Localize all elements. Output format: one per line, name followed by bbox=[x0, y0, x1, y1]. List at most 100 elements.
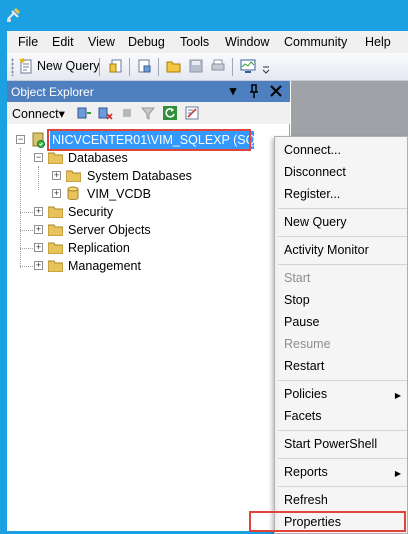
menu-file[interactable]: File bbox=[18, 35, 38, 49]
tree-label: System Databases bbox=[87, 169, 192, 183]
tree-label: Databases bbox=[68, 151, 128, 165]
folder-icon bbox=[48, 152, 63, 164]
menu-item-connect[interactable]: Connect... bbox=[284, 143, 341, 157]
database-icon bbox=[67, 186, 79, 200]
menu-item-start: Start bbox=[284, 271, 311, 285]
connect-dropdown-button[interactable]: Connect▾ bbox=[12, 106, 65, 121]
menu-edit[interactable]: Edit bbox=[52, 35, 74, 49]
server-node-highlight bbox=[47, 129, 251, 151]
menu-bar: File Edit View Debug Tools Window Commun… bbox=[7, 31, 408, 53]
submenu-arrow-icon: ▶ bbox=[394, 469, 401, 478]
menu-separator bbox=[278, 486, 407, 487]
folder-icon bbox=[48, 206, 63, 218]
menu-debug[interactable]: Debug bbox=[128, 35, 165, 49]
title-bar bbox=[0, 0, 408, 31]
connect-label: Connect bbox=[12, 107, 59, 121]
tree-node-security[interactable]: + Security bbox=[7, 203, 290, 221]
submenu-arrow-icon: ▶ bbox=[394, 391, 401, 400]
properties-highlight bbox=[249, 511, 406, 532]
pin-icon[interactable] bbox=[245, 82, 263, 100]
object-explorer-toolbar: Connect▾ bbox=[7, 102, 290, 124]
toolbar-separator bbox=[99, 58, 100, 76]
activity-monitor-icon[interactable] bbox=[240, 58, 256, 74]
context-menu-gutter bbox=[275, 137, 278, 533]
toolbar-separator bbox=[129, 58, 130, 76]
menu-item-stop[interactable]: Stop bbox=[284, 293, 310, 307]
collapse-icon[interactable]: − bbox=[16, 135, 25, 144]
standard-toolbar: New Query bbox=[7, 53, 408, 81]
filter-icon[interactable] bbox=[140, 105, 156, 121]
folder-icon bbox=[48, 224, 63, 236]
new-file-icon[interactable] bbox=[108, 58, 124, 74]
folder-icon bbox=[48, 242, 63, 254]
menu-item-new-query[interactable]: New Query bbox=[284, 215, 347, 229]
object-explorer-header: Object Explorer ▾ bbox=[7, 81, 290, 102]
window-frame-left bbox=[0, 31, 7, 534]
menu-separator bbox=[278, 264, 407, 265]
stop-icon[interactable] bbox=[119, 105, 135, 121]
dropdown-arrow-icon[interactable]: ▾ bbox=[224, 82, 242, 100]
refresh-icon[interactable] bbox=[162, 105, 178, 121]
open-folder-icon[interactable] bbox=[166, 58, 182, 74]
menu-separator bbox=[278, 208, 407, 209]
connect-server-icon[interactable] bbox=[76, 105, 92, 121]
object-explorer-title: Object Explorer bbox=[11, 85, 94, 99]
tree-node-vim-vcdb[interactable]: + VIM_VCDB bbox=[7, 185, 290, 203]
folder-icon bbox=[48, 260, 63, 272]
toolbar-grip[interactable] bbox=[11, 58, 14, 76]
folder-icon bbox=[66, 170, 81, 182]
toolbar-separator bbox=[232, 58, 233, 76]
menu-item-disconnect[interactable]: Disconnect bbox=[284, 165, 346, 179]
connect-arrow-icon: ▾ bbox=[58, 107, 65, 121]
tree-label: Replication bbox=[68, 241, 130, 255]
tree-label: Management bbox=[68, 259, 141, 273]
disconnect-icon[interactable] bbox=[97, 105, 113, 121]
overflow-chevron-icon[interactable] bbox=[261, 58, 271, 74]
menu-item-policies[interactable]: Policies bbox=[284, 387, 327, 401]
tree-node-replication[interactable]: + Replication bbox=[7, 239, 290, 257]
menu-separator bbox=[278, 380, 407, 381]
ssms-app-icon bbox=[7, 7, 21, 22]
context-menu: Connect... Disconnect Register... New Qu… bbox=[274, 136, 408, 534]
menu-item-reports[interactable]: Reports bbox=[284, 465, 328, 479]
expand-icon[interactable]: + bbox=[34, 243, 43, 252]
expand-icon[interactable]: + bbox=[34, 261, 43, 270]
summary-icon[interactable] bbox=[184, 105, 200, 121]
menu-item-restart[interactable]: Restart bbox=[284, 359, 324, 373]
new-project-icon[interactable] bbox=[136, 58, 152, 74]
menu-separator bbox=[278, 430, 407, 431]
expand-icon[interactable]: + bbox=[34, 225, 43, 234]
menu-help[interactable]: Help bbox=[365, 35, 391, 49]
tree-label: VIM_VCDB bbox=[87, 187, 151, 201]
menu-item-resume: Resume bbox=[284, 337, 331, 351]
menu-tools[interactable]: Tools bbox=[180, 35, 209, 49]
new-query-label[interactable]: New Query bbox=[37, 59, 100, 73]
tree-node-system-databases[interactable]: + System Databases bbox=[7, 167, 290, 185]
tree-node-server-objects[interactable]: + Server Objects bbox=[7, 221, 290, 239]
menu-view[interactable]: View bbox=[88, 35, 115, 49]
new-query-icon[interactable] bbox=[18, 58, 34, 74]
menu-item-pause[interactable]: Pause bbox=[284, 315, 319, 329]
expand-icon[interactable]: + bbox=[34, 207, 43, 216]
menu-item-register[interactable]: Register... bbox=[284, 187, 340, 201]
print-icon[interactable] bbox=[210, 58, 226, 74]
menu-item-activity-monitor[interactable]: Activity Monitor bbox=[284, 243, 369, 257]
expand-icon[interactable]: + bbox=[52, 171, 61, 180]
tree-label: Security bbox=[68, 205, 114, 219]
toolbar-separator bbox=[158, 58, 159, 76]
menu-separator bbox=[278, 458, 407, 459]
menu-item-start-powershell[interactable]: Start PowerShell bbox=[284, 437, 377, 451]
tree-label: Server Objects bbox=[68, 223, 151, 237]
tree-node-management[interactable]: + Management bbox=[7, 257, 290, 275]
collapse-icon[interactable]: − bbox=[34, 153, 43, 162]
menu-separator bbox=[278, 236, 407, 237]
expand-icon[interactable]: + bbox=[52, 189, 61, 198]
tree-node-databases[interactable]: − Databases bbox=[7, 149, 290, 167]
save-icon[interactable] bbox=[188, 58, 204, 74]
close-icon[interactable] bbox=[267, 82, 285, 100]
menu-item-refresh[interactable]: Refresh bbox=[284, 493, 328, 507]
menu-window[interactable]: Window bbox=[225, 35, 269, 49]
menu-item-facets[interactable]: Facets bbox=[284, 409, 322, 423]
menu-community[interactable]: Community bbox=[284, 35, 347, 49]
server-icon bbox=[32, 132, 45, 148]
